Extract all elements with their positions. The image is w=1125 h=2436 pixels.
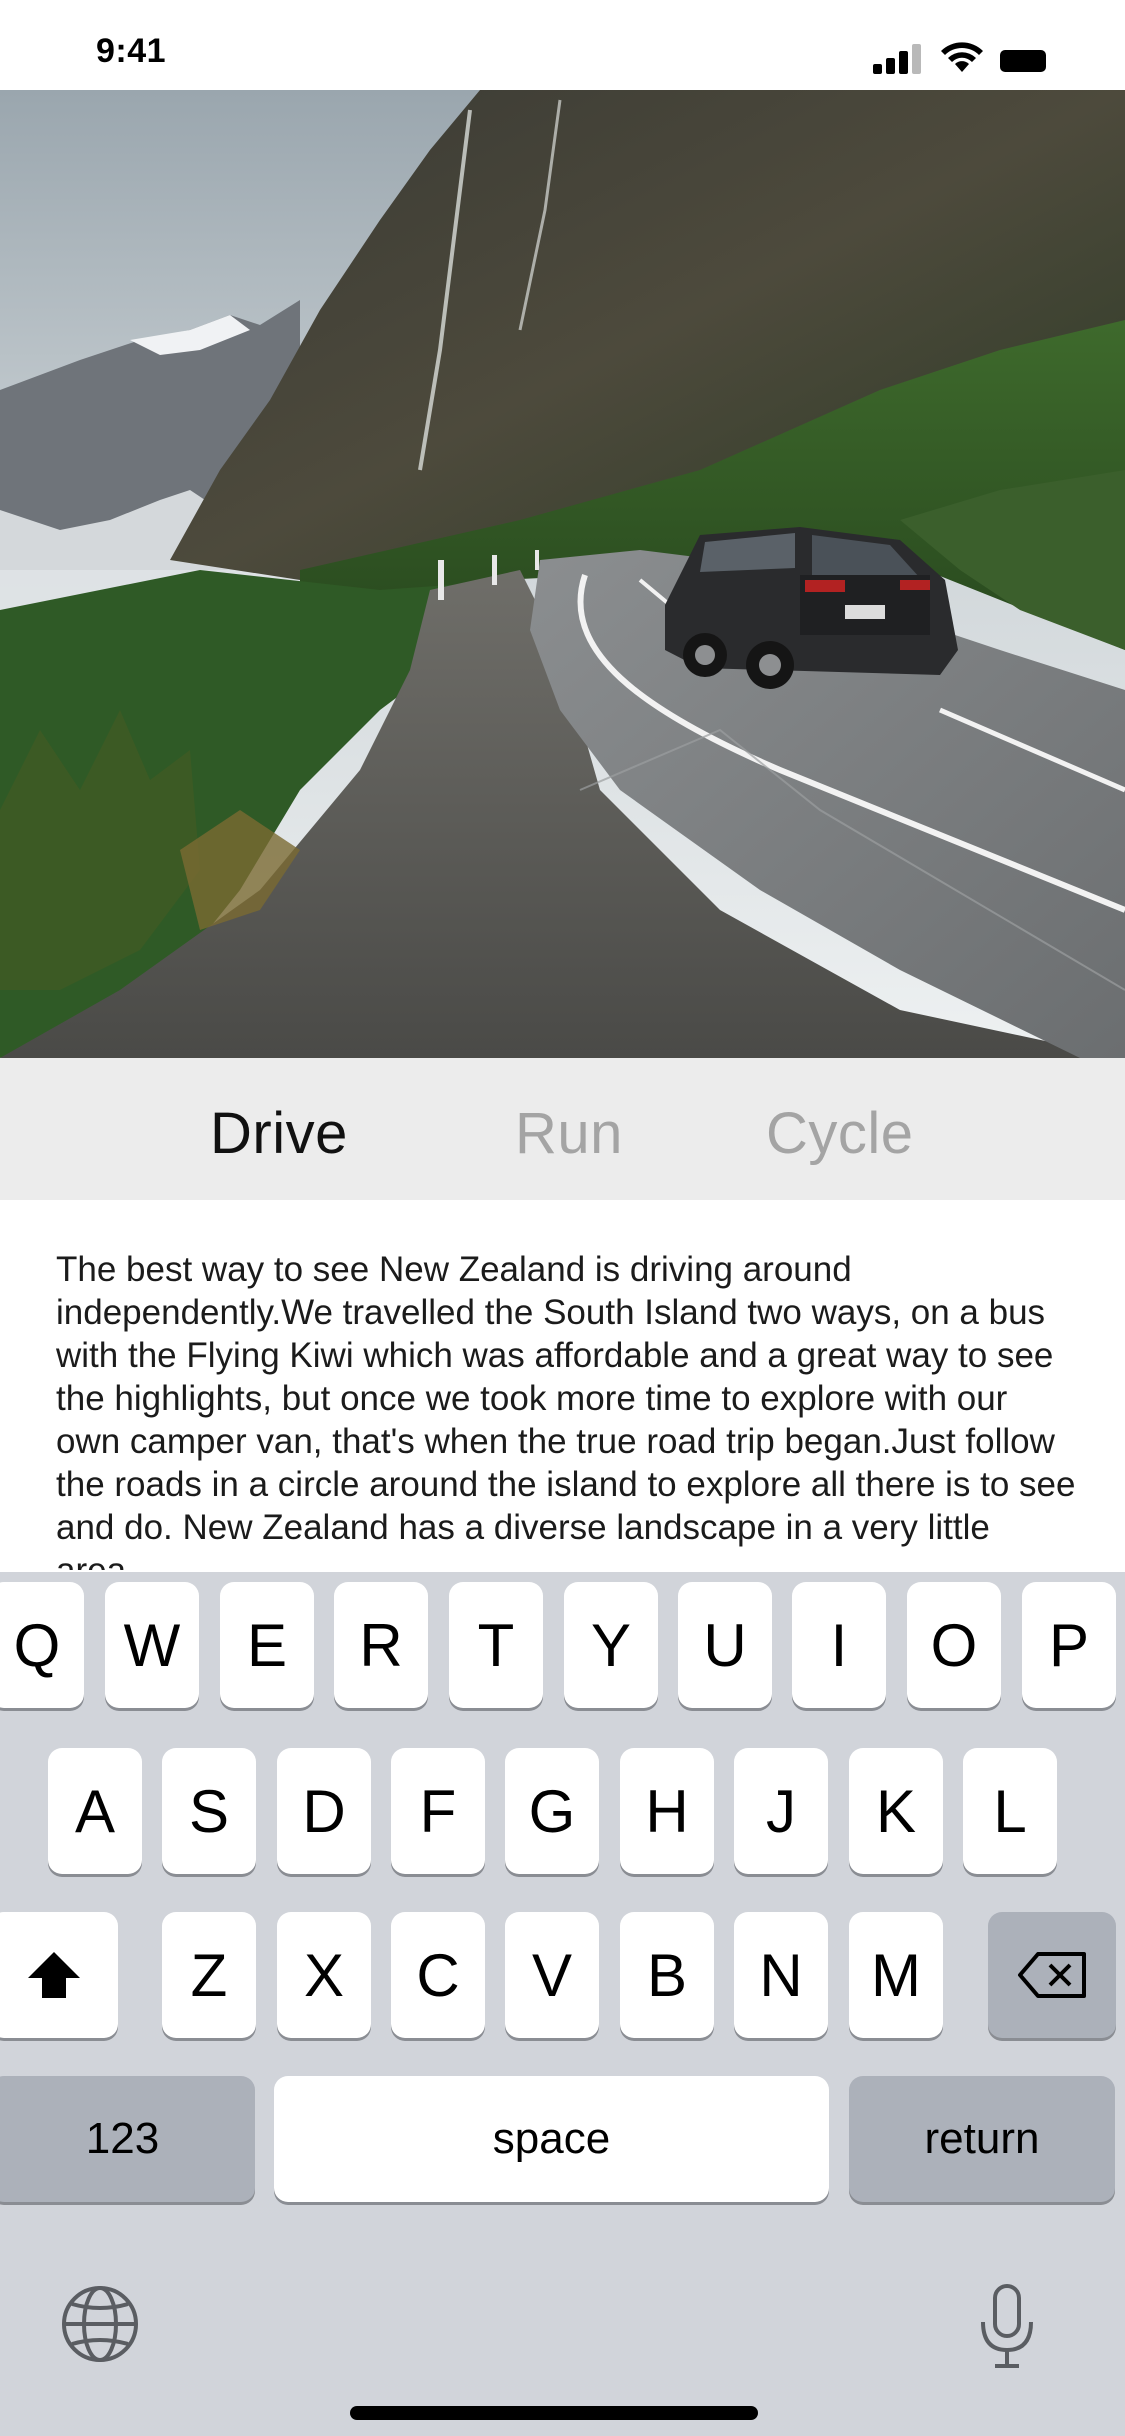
key-k[interactable]: K (849, 1748, 943, 1874)
status-bar: 9:41 (0, 0, 1125, 90)
key-r-label: R (359, 1611, 403, 1679)
shift-key[interactable] (0, 1912, 118, 2038)
key-d-label: D (302, 1777, 346, 1845)
cellular-signal-icon (873, 44, 921, 74)
key-l[interactable]: L (963, 1748, 1057, 1874)
space-key-label: space (492, 2114, 611, 2163)
key-t-label: T (477, 1611, 515, 1679)
key-x-label: X (303, 1941, 345, 2009)
key-z-label: Z (190, 1941, 228, 2009)
key-g[interactable]: G (505, 1748, 599, 1874)
key-y-label: Y (590, 1611, 632, 1679)
key-q[interactable]: Q (0, 1582, 84, 1708)
key-a-label: A (74, 1777, 116, 1845)
key-u-label: U (703, 1611, 747, 1679)
key-z[interactable]: Z (162, 1912, 256, 2038)
tab-cycle[interactable]: Cycle (766, 1100, 914, 1167)
key-t[interactable]: T (449, 1582, 543, 1708)
tab-run[interactable]: Run (515, 1100, 623, 1167)
delete-icon (1018, 1952, 1086, 1998)
key-s-label: S (188, 1777, 230, 1845)
key-v[interactable]: V (505, 1912, 599, 2038)
key-m-label: M (871, 1941, 921, 2009)
key-w[interactable]: W (105, 1582, 199, 1708)
key-j-label: J (766, 1777, 796, 1845)
key-w-label: W (123, 1611, 181, 1679)
key-k-label: K (875, 1777, 917, 1845)
key-j[interactable]: J (734, 1748, 828, 1874)
key-a[interactable]: A (48, 1748, 142, 1874)
globe-icon[interactable] (58, 2282, 142, 2366)
battery-icon (1000, 50, 1046, 72)
shift-icon (28, 1952, 80, 1998)
key-p-label: P (1048, 1611, 1090, 1679)
microphone-icon[interactable] (975, 2282, 1039, 2372)
numbers-key[interactable]: 123 (0, 2076, 255, 2202)
key-g-label: G (528, 1777, 576, 1845)
key-f[interactable]: F (391, 1748, 485, 1874)
key-h[interactable]: H (620, 1748, 714, 1874)
tab-drive[interactable]: Drive (210, 1100, 348, 1167)
numbers-key-label: 123 (85, 2114, 160, 2163)
delete-key[interactable] (988, 1912, 1116, 2038)
key-e[interactable]: E (220, 1582, 314, 1708)
key-p[interactable]: P (1022, 1582, 1116, 1708)
key-u[interactable]: U (678, 1582, 772, 1708)
key-l-label: L (993, 1777, 1027, 1845)
home-indicator (350, 2406, 758, 2420)
key-i[interactable]: I (792, 1582, 886, 1708)
return-key[interactable]: return (849, 2076, 1115, 2202)
key-y[interactable]: Y (564, 1582, 658, 1708)
article-text[interactable]: The best way to see New Zealand is drivi… (56, 1248, 1076, 1570)
key-c[interactable]: C (391, 1912, 485, 2038)
key-o[interactable]: O (907, 1582, 1001, 1708)
key-x[interactable]: X (277, 1912, 371, 2038)
key-n-label: N (759, 1941, 803, 2009)
key-r[interactable]: R (334, 1582, 428, 1708)
key-d[interactable]: D (277, 1748, 371, 1874)
key-e-label: E (246, 1611, 288, 1679)
key-c-label: C (416, 1941, 460, 2009)
return-key-label: return (924, 2114, 1040, 2163)
key-o-label: O (930, 1611, 978, 1679)
key-m[interactable]: M (849, 1912, 943, 2038)
key-b[interactable]: B (620, 1912, 714, 2038)
key-q-label: Q (13, 1611, 61, 1679)
key-i-label: I (830, 1611, 848, 1679)
key-h-label: H (645, 1777, 689, 1845)
activity-tabs: Drive Run Cycle (0, 1058, 1125, 1200)
hero-image (0, 90, 1125, 1058)
key-f-label: F (419, 1777, 457, 1845)
key-v-label: V (531, 1941, 573, 2009)
space-key[interactable]: space (274, 2076, 829, 2202)
key-s[interactable]: S (162, 1748, 256, 1874)
wifi-icon (941, 42, 983, 72)
status-time: 9:41 (96, 32, 167, 70)
key-b-label: B (646, 1941, 688, 2009)
key-n[interactable]: N (734, 1912, 828, 2038)
